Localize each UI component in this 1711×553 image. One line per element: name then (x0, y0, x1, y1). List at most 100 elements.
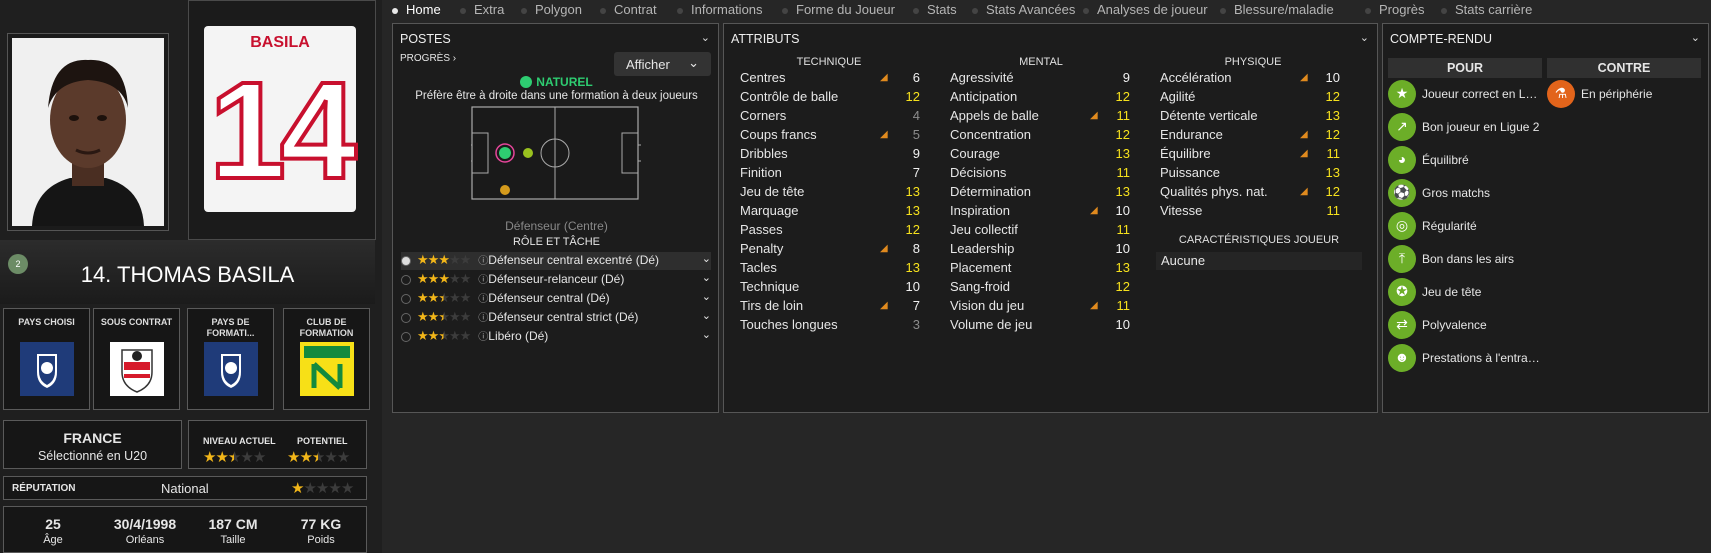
chevron-down-icon[interactable]: ⌄ (702, 290, 711, 303)
role-row[interactable]: ★★★★★ ⓘDéfenseur central excentré (Dé) ⌄ (401, 252, 711, 270)
france-fff-crest-icon (204, 342, 258, 396)
role-radio[interactable] (401, 255, 411, 266)
attribute-value: 9 (1122, 70, 1130, 85)
attribute-name: Dribbles (740, 146, 788, 161)
attribute-name: Détermination (950, 184, 1031, 199)
pro-label[interactable]: Bon joueur en Ligue 2 (1422, 120, 1540, 134)
attribute-name: Concentration (950, 127, 1031, 142)
flag-label: CLUB DE FORMATION (299, 317, 354, 338)
progress-arrow-icon: ◢ (1090, 300, 1098, 311)
tab-extra[interactable]: Extra (460, 2, 504, 17)
pro-label[interactable]: Régularité (1422, 219, 1540, 233)
attribute-value: 9 (912, 146, 920, 161)
attribute-name: Corners (740, 108, 787, 123)
chevron-down-icon[interactable]: ⌄ (702, 252, 711, 265)
attribute-name: Inspiration (950, 203, 1010, 218)
chevron-down-icon[interactable]: ⌄ (702, 309, 711, 322)
chevron-down-icon[interactable]: ⌄ (702, 271, 711, 284)
attribute-name: Courage (950, 146, 1000, 161)
tab-stats[interactable]: Stats (913, 2, 957, 17)
trend-up-icon: ↗ (1388, 113, 1416, 141)
attribute-value: 12 (1115, 89, 1130, 104)
player-photo (7, 33, 169, 231)
info-icon[interactable]: ⓘ (478, 275, 488, 286)
pro-label[interactable]: Prestations à l'entraîn... (1422, 351, 1540, 365)
tab-home[interactable]: Home (392, 2, 441, 17)
selection-status: Sélectionné en U20 (37, 449, 148, 463)
role-label: Libéro (Dé) (488, 329, 549, 343)
attribute-value: 12 (905, 222, 920, 237)
tab-blessure[interactable]: Blessure/maladie (1220, 2, 1334, 17)
player-name: 14. THOMAS BASILA (80, 262, 295, 287)
attribute-value: 4 (912, 108, 920, 123)
handshake-icon: ⇄ (1388, 311, 1416, 339)
info-icon[interactable]: ⓘ (478, 332, 488, 343)
tab-forme[interactable]: Forme du Joueur (782, 2, 895, 17)
tab-polygon[interactable]: Polygon (521, 2, 582, 17)
attribute-name: Détente verticale (1160, 108, 1258, 123)
attributes-panel: ATTRIBUTS ⌄ TECHNIQUE MENTAL PHYSIQUE Ce… (723, 23, 1378, 413)
bio-box: 25 Âge 30/4/1998 Orléans 187 CM Taille 7… (3, 506, 367, 553)
tab-informations[interactable]: Informations (677, 2, 763, 17)
shirt-number: 14 (207, 54, 359, 208)
role-radio[interactable] (401, 331, 411, 342)
role-row[interactable]: ★★★★★ ⓘDéfenseur central strict (Dé) ⌄ (401, 309, 711, 327)
tab-stats-carriere[interactable]: Stats carrière (1441, 2, 1532, 17)
reputation-stars: ★★★★★ (291, 480, 354, 497)
pro-label[interactable]: Polyvalence (1422, 318, 1540, 332)
flask-icon: ⚗ (1547, 80, 1575, 108)
pro-label[interactable]: Bon dans les airs (1422, 252, 1540, 266)
natural-dot-icon (520, 76, 533, 88)
attribute-value: 12 (1115, 127, 1130, 142)
role-radio[interactable] (401, 274, 411, 285)
role-radio[interactable] (401, 312, 411, 323)
ability-box: NIVEAU ACTUEL ★★★★★ POTENTIEL ★★★★★ (188, 420, 367, 469)
attribute-value: 13 (905, 260, 920, 275)
role-row[interactable]: ★★★★★ ⓘDéfenseur central (Dé) ⌄ (401, 290, 711, 308)
info-icon[interactable]: ⓘ (478, 256, 488, 267)
pro-label[interactable]: Équilibré (1422, 153, 1540, 167)
info-icon[interactable]: ⓘ (478, 313, 488, 324)
birth-date: 30/4/1998 (113, 516, 177, 532)
role-stars: ★★★★★ (417, 328, 471, 343)
pro-label[interactable]: Jeu de tête (1422, 285, 1540, 299)
cons-header: CONTRE (1547, 58, 1701, 78)
tab-analyses[interactable]: Analyses de joueur (1083, 2, 1208, 17)
flag-box-training-country[interactable]: PAYS DE FORMATI... (187, 308, 274, 410)
preference-text: Préfère être à droite dans une formation… (415, 90, 698, 102)
flag-box-preferred-country[interactable]: PAYS CHOISI (3, 308, 90, 410)
progress-arrow-icon: ◢ (880, 243, 888, 254)
con-label[interactable]: En périphérie (1581, 87, 1699, 101)
show-button[interactable]: Afficher ⌄ (614, 52, 711, 76)
tab-contrat[interactable]: Contrat (600, 2, 657, 17)
chevron-down-icon[interactable]: ⌄ (702, 328, 711, 341)
postes-title: POSTES (400, 32, 451, 46)
attribute-name: Tacles (740, 260, 777, 275)
report-panel: COMPTE-RENDU ⌄ POUR CONTRE ★ Joueur corre… (1382, 23, 1709, 413)
progress-arrow-icon: ◢ (880, 129, 888, 140)
attribute-name: Touches longues (740, 317, 838, 332)
attribute-name: Centres (740, 70, 786, 85)
role-radio[interactable] (401, 293, 411, 304)
attribute-value: 11 (1326, 146, 1341, 161)
chevron-down-icon[interactable]: ⌄ (701, 31, 710, 44)
info-icon[interactable]: ⓘ (478, 294, 488, 305)
flag-box-training-club[interactable]: CLUB DE FORMATION (283, 308, 370, 410)
shirt-name: BASILA (250, 34, 310, 51)
progress-link[interactable]: PROGRÈS › (400, 53, 456, 64)
pitch-diagram (467, 106, 643, 211)
pro-label[interactable]: Joueur correct en Lig... (1422, 87, 1540, 101)
tab-stats-avancees[interactable]: Stats Avancées (972, 2, 1075, 17)
attribute-value: 8 (912, 241, 920, 256)
chevron-down-icon[interactable]: ⌄ (1360, 31, 1369, 44)
technique-header: TECHNIQUE (796, 56, 862, 68)
pro-label[interactable]: Gros matchs (1422, 186, 1540, 200)
chevron-down-icon[interactable]: ⌄ (1691, 31, 1700, 44)
tab-progres[interactable]: Progrès (1365, 2, 1425, 17)
progress-arrow-icon: ◢ (1090, 205, 1098, 216)
role-row[interactable]: ★★★★★ ⓘLibéro (Dé) ⌄ (401, 328, 711, 346)
attribute-name: Placement (950, 260, 1012, 275)
role-row[interactable]: ★★★★★ ⓘDéfenseur-relanceur (Dé) ⌄ (401, 271, 711, 289)
attribute-name: Vitesse (1160, 203, 1203, 218)
flag-box-contract-club[interactable]: SOUS CONTRAT (93, 308, 180, 410)
